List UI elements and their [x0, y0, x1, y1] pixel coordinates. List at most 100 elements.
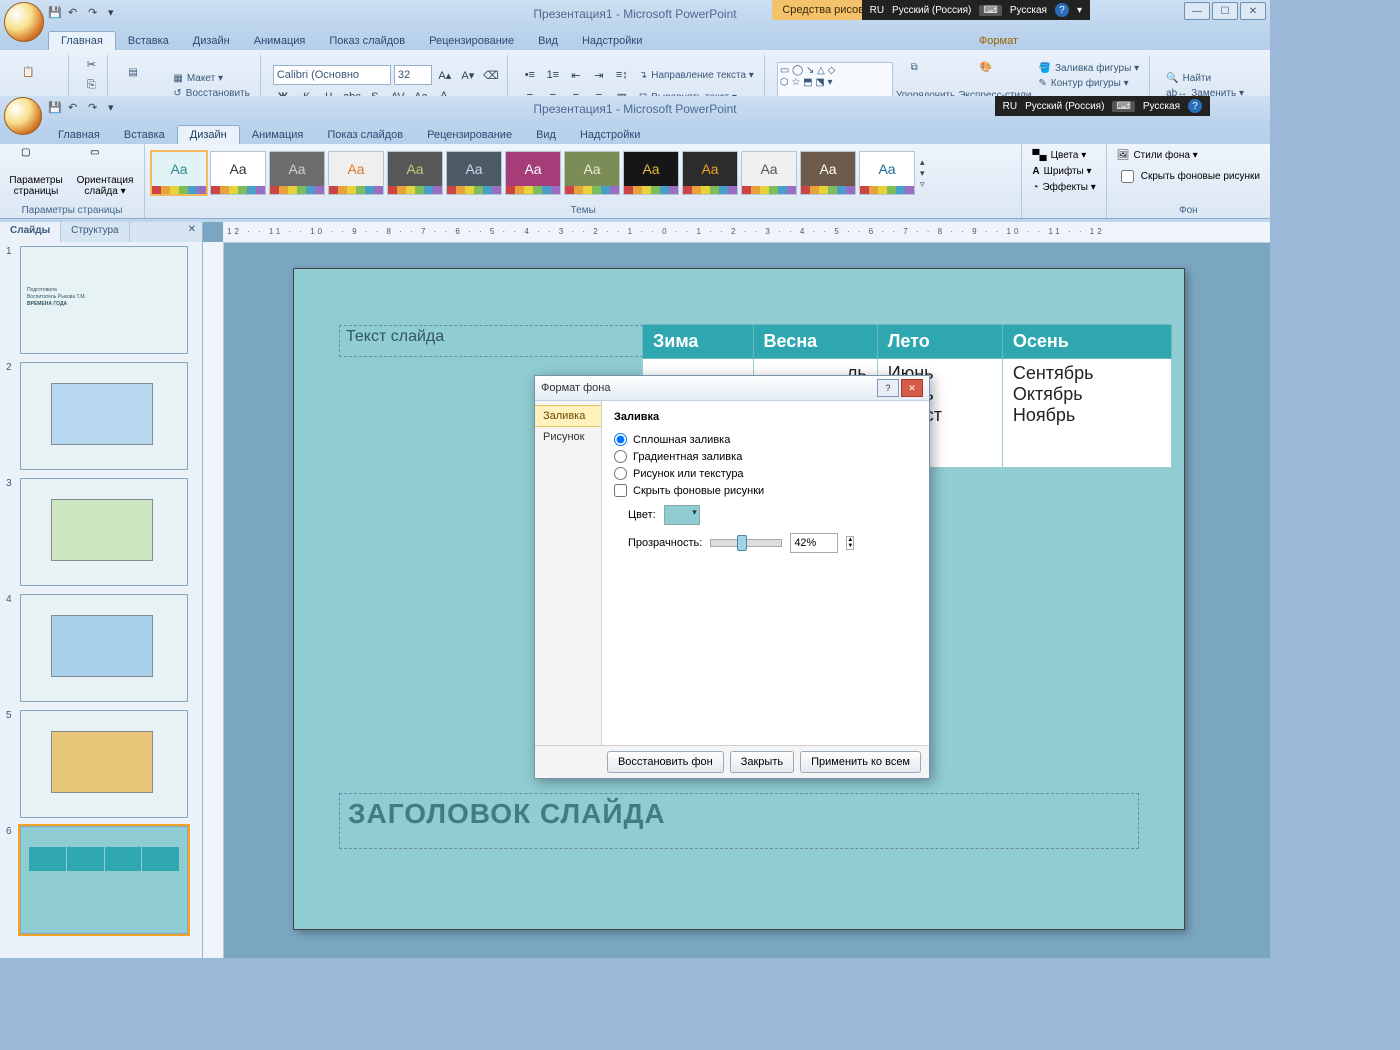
table-header[interactable]: Весна — [753, 325, 877, 359]
grow-font-icon[interactable]: A▴ — [435, 65, 455, 85]
theme-swatch[interactable]: Aa — [505, 151, 561, 195]
tab-view[interactable]: Вид — [526, 32, 570, 50]
slide-thumbnail[interactable] — [20, 594, 188, 702]
bg-styles-button[interactable]: 🖼 Стили фона ▾ — [1113, 149, 1264, 162]
inner-office-button[interactable] — [4, 97, 42, 135]
font-size-combo[interactable]: 32 — [394, 65, 432, 85]
close-dialog-button[interactable]: Закрыть — [730, 751, 794, 773]
inner-language-bar[interactable]: RU Русский (Россия) ⌨ Русская ? — [995, 96, 1210, 116]
line-spacing-icon[interactable]: ≡↕ — [612, 65, 632, 85]
theme-effects-button[interactable]: ◔ Эффекты ▾ — [1028, 181, 1099, 194]
theme-swatch[interactable]: Aa — [741, 151, 797, 195]
theme-swatch[interactable]: Aa — [328, 151, 384, 195]
indent-inc-icon[interactable]: ⇥ — [589, 65, 609, 85]
page-setup-button[interactable]: ▢Параметры страницы — [6, 147, 66, 197]
theme-swatch[interactable]: Aa — [800, 151, 856, 195]
inner-tab-review[interactable]: Рецензирование — [415, 126, 524, 144]
minimize-button[interactable]: — — [1184, 2, 1210, 20]
inner-tab-animation[interactable]: Анимация — [240, 126, 316, 144]
inner-tab-slideshow[interactable]: Показ слайдов — [315, 126, 415, 144]
tab-animation[interactable]: Анимация — [242, 32, 318, 50]
inner-tab-view[interactable]: Вид — [524, 126, 568, 144]
qat-dropdown-icon[interactable]: ▾ — [108, 6, 124, 22]
dialog-help-button[interactable]: ? — [877, 379, 899, 397]
table-header[interactable]: Зима — [643, 325, 754, 359]
dialog-titlebar[interactable]: Формат фона ? ✕ — [535, 376, 929, 401]
font-name-combo[interactable]: Calibri (Основно — [273, 65, 391, 85]
theme-swatch[interactable]: Aa — [859, 151, 915, 195]
tab-design[interactable]: Дизайн — [181, 32, 242, 50]
maximize-button[interactable]: ☐ — [1212, 2, 1238, 20]
qat-dropdown-icon[interactable]: ▾ — [108, 101, 124, 117]
slide-thumbnail[interactable] — [20, 478, 188, 586]
help-icon[interactable]: ? — [1188, 99, 1202, 113]
title-placeholder[interactable]: Заголовок слайда — [339, 793, 1139, 849]
tab-format[interactable]: Формат — [967, 32, 1030, 50]
office-button[interactable] — [4, 2, 44, 42]
save-icon[interactable]: 💾 — [48, 101, 64, 117]
spinner-buttons[interactable]: ▲▼ — [846, 536, 854, 550]
slide-thumbnail[interactable] — [20, 710, 188, 818]
slide-thumbnail[interactable] — [20, 362, 188, 470]
dialog-close-button[interactable]: ✕ — [901, 379, 923, 397]
outline-tab[interactable]: Структура — [61, 222, 129, 242]
inner-tab-addins[interactable]: Надстройки — [568, 126, 652, 144]
theme-swatch[interactable]: Aa — [623, 151, 679, 195]
undo-icon[interactable]: ↶ — [68, 6, 84, 22]
find-button[interactable]: 🔍 Найти — [1162, 72, 1248, 85]
theme-swatch[interactable]: Aa — [151, 151, 207, 195]
shrink-font-icon[interactable]: A▾ — [458, 65, 478, 85]
shape-outline-button[interactable]: ✎ Контур фигуры ▾ — [1034, 77, 1143, 90]
transparency-slider[interactable] — [710, 539, 782, 547]
close-button[interactable]: ✕ — [1240, 2, 1266, 20]
slides-tab[interactable]: Слайды — [0, 222, 61, 242]
shape-fill-button[interactable]: 🪣 Заливка фигуры ▾ — [1034, 62, 1143, 75]
inner-tab-design[interactable]: Дизайн — [177, 125, 240, 144]
theme-swatch[interactable]: Aa — [269, 151, 325, 195]
clear-format-icon[interactable]: ⌫ — [481, 65, 501, 85]
tab-insert[interactable]: Вставка — [116, 32, 181, 50]
tab-home[interactable]: Главная — [48, 31, 116, 50]
tab-addins[interactable]: Надстройки — [570, 32, 654, 50]
transparency-value[interactable]: 42% — [790, 533, 838, 553]
save-icon[interactable]: 💾 — [48, 6, 64, 22]
theme-swatch[interactable]: Aa — [446, 151, 502, 195]
bullets-icon[interactable]: •≡ — [520, 65, 540, 85]
language-bar[interactable]: RU Русский (Россия) ⌨ Русская ? ▾ — [862, 0, 1090, 20]
themes-more-icon[interactable]: ▴▾▿ — [918, 157, 927, 190]
theme-swatch[interactable]: Aa — [682, 151, 738, 195]
table-cell[interactable]: Сентябрь Октябрь Ноябрь — [1002, 359, 1171, 468]
text-direction-button[interactable]: ↴ Направление текста ▾ — [635, 69, 758, 82]
slide-thumbnail[interactable]: ПодготовилаВоспитатель Рыкова Т.М.ВРЕМЕН… — [20, 246, 188, 354]
panel-close-icon[interactable]: ✕ — [182, 222, 202, 242]
help-icon[interactable]: ? — [1055, 3, 1069, 17]
layout-button[interactable]: ▦ Макет ▾ — [169, 72, 253, 85]
text-placeholder[interactable]: Текст слайда — [339, 325, 653, 357]
inner-tab-home[interactable]: Главная — [46, 126, 112, 144]
slide-canvas[interactable]: Текст слайда Зима Весна Лето Осень ль Ию… — [293, 268, 1185, 930]
cut-icon[interactable]: ✂ — [81, 55, 101, 74]
theme-swatch[interactable]: Aa — [387, 151, 443, 195]
langbar-dropdown-icon[interactable]: ▾ — [1077, 5, 1082, 16]
table-header[interactable]: Осень — [1002, 325, 1171, 359]
radio-picture-fill[interactable]: Рисунок или текстура — [614, 467, 917, 480]
color-picker-button[interactable] — [664, 505, 700, 525]
copy-icon[interactable]: ⎘ — [81, 76, 101, 95]
table-header[interactable]: Лето — [877, 325, 1002, 359]
dialog-nav-picture[interactable]: Рисунок — [535, 427, 601, 447]
check-hide-bg[interactable]: Скрыть фоновые рисунки — [614, 484, 917, 497]
apply-all-button[interactable]: Применить ко всем — [800, 751, 921, 773]
tab-slideshow[interactable]: Показ слайдов — [317, 32, 417, 50]
inner-tab-insert[interactable]: Вставка — [112, 126, 177, 144]
restore-bg-button[interactable]: Восстановить фон — [607, 751, 724, 773]
theme-colors-button[interactable]: ▀▄ Цвета ▾ — [1028, 149, 1099, 162]
undo-icon[interactable]: ↶ — [68, 101, 84, 117]
indent-dec-icon[interactable]: ⇤ — [566, 65, 586, 85]
slide-thumbnail[interactable] — [20, 826, 188, 934]
tab-review[interactable]: Рецензирование — [417, 32, 526, 50]
theme-fonts-button[interactable]: A Шрифты ▾ — [1028, 165, 1099, 178]
theme-swatch[interactable]: Aa — [564, 151, 620, 195]
dialog-nav-fill[interactable]: Заливка — [535, 405, 601, 427]
radio-solid-fill[interactable]: Сплошная заливка — [614, 433, 917, 446]
orientation-button[interactable]: ▭Ориентация слайда ▾ — [72, 147, 138, 197]
